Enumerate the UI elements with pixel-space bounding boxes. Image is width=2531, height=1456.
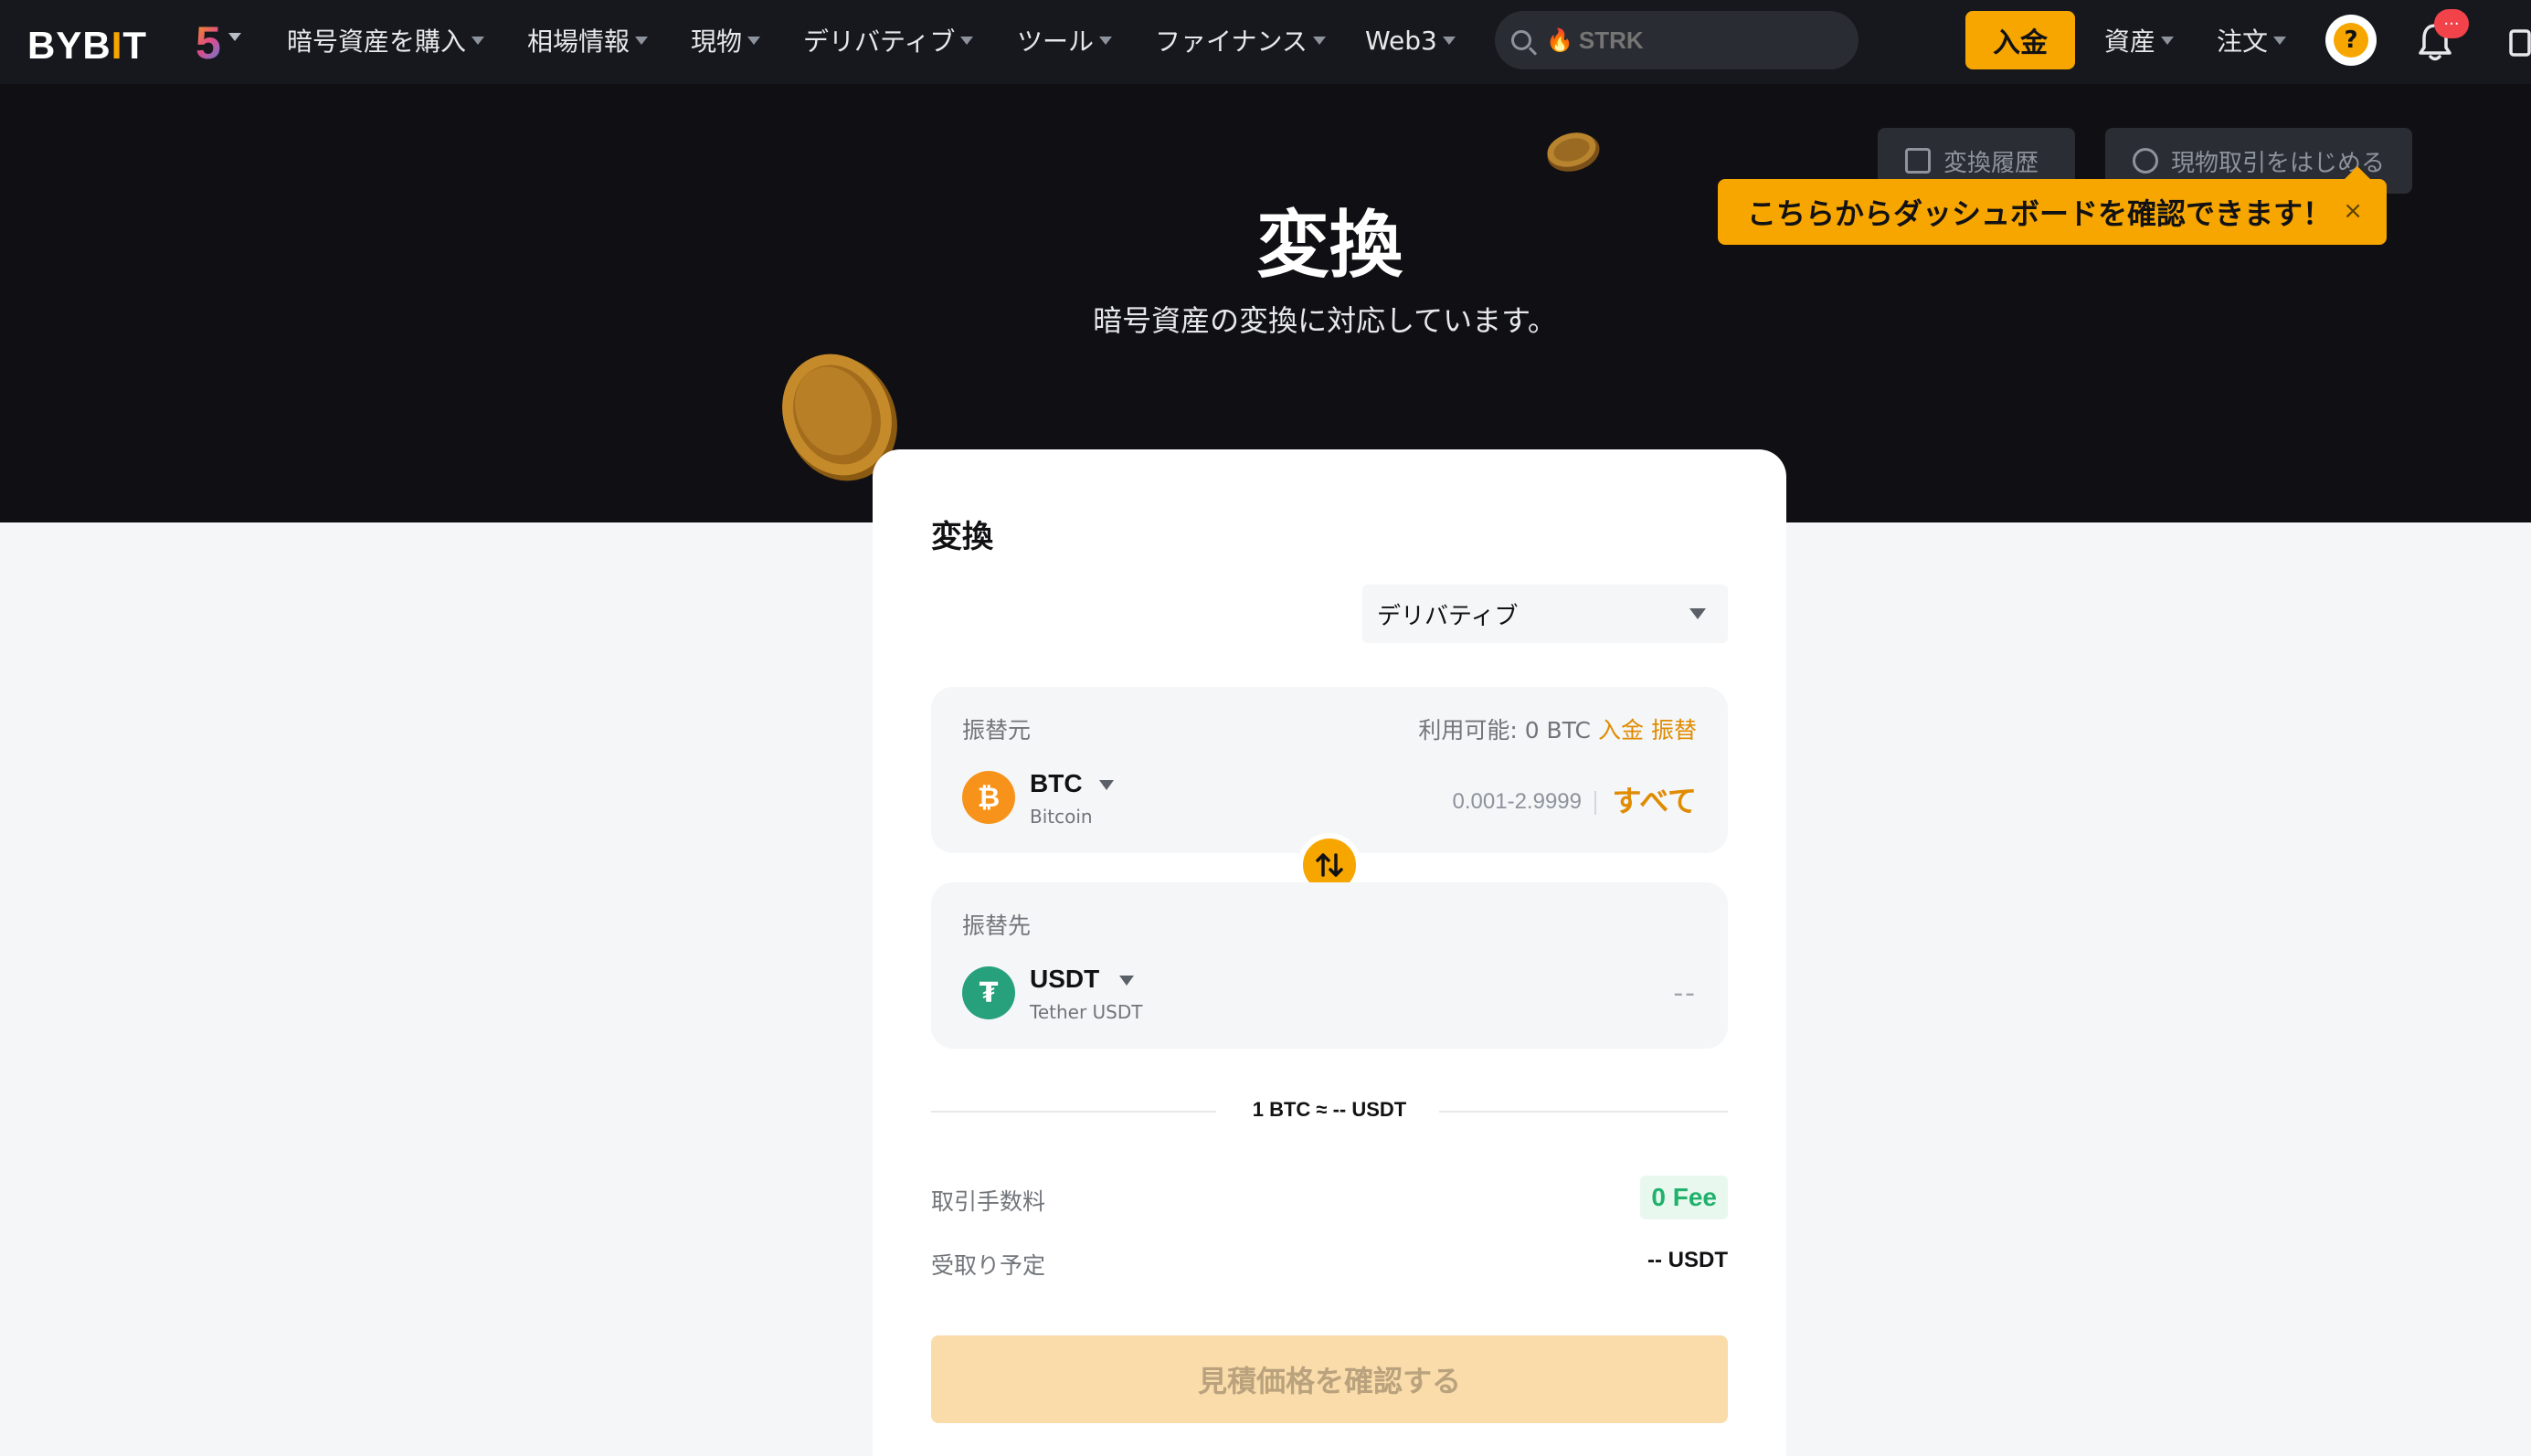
chevron-down-icon <box>1312 36 1326 45</box>
chevron-down-icon <box>1442 36 1456 45</box>
nav-derivatives[interactable]: デリバティブ <box>803 22 974 58</box>
history-icon <box>1905 148 1931 174</box>
dashboard-tooltip: こちらからダッシュボードを確認できます！ × <box>1718 166 2387 245</box>
get-quote-button[interactable]: 見積価格を確認する <box>931 1335 1728 1423</box>
divider <box>1594 791 1596 815</box>
nav-buy-crypto[interactable]: 暗号資産を購入 <box>287 22 485 58</box>
deposit-link[interactable]: 入金 <box>1598 717 1644 744</box>
chevron-down-icon[interactable] <box>1099 780 1114 790</box>
bitcoin-icon[interactable]: ₿ <box>962 771 1015 824</box>
nav-orders[interactable]: 注文 <box>2217 22 2287 58</box>
fee-badge: 0 Fee <box>1640 1176 1728 1219</box>
logo-text: BYB <box>27 24 111 67</box>
chevron-down-icon <box>747 36 761 45</box>
nav-finance[interactable]: ファイナンス <box>1155 22 1326 58</box>
from-label: 振替元 <box>962 717 1032 744</box>
from-panel: 振替元 利用可能: 0 BTC 入金 振替 ₿ BTC Bitcoin 0.001-… <box>931 687 1728 853</box>
nav-assets[interactable]: 資産 <box>2104 22 2175 58</box>
swap-arrows-icon <box>1316 853 1343 877</box>
receive-label: 受取り予定 <box>931 1252 1046 1279</box>
nav-markets[interactable]: 相場情報 <box>527 22 649 58</box>
page-subtitle: 暗号資産の変換に対応しています。 <box>1093 303 1557 338</box>
nav-label: デリバティブ <box>803 26 956 57</box>
search-input[interactable] <box>1578 26 1853 55</box>
from-coin-symbol[interactable]: BTC <box>1030 769 1083 798</box>
chevron-down-icon <box>2273 36 2287 45</box>
tooltip-text: こちらからダッシュボードを確認できます！ <box>1747 196 2333 231</box>
nav-label: 相場情報 <box>527 26 630 57</box>
account-type-value: デリバティブ <box>1377 602 1519 630</box>
fire-icon: 🔥 <box>1546 27 1573 53</box>
question-icon: ? <box>2334 23 2368 58</box>
account-type-select[interactable]: デリバティブ <box>1362 585 1728 643</box>
nav-label: ツール <box>1017 26 1095 57</box>
nav-label: 暗号資産を購入 <box>287 26 467 57</box>
notification-badge: ··· <box>2434 9 2469 38</box>
nav-label: Web3 <box>1365 25 1437 56</box>
transfer-link[interactable]: 振替 <box>1651 717 1697 744</box>
chevron-down-icon[interactable] <box>1119 976 1134 986</box>
to-panel: 振替先 ₮ USDT Tether USDT -- <box>931 882 1728 1049</box>
nav-label: 注文 <box>2217 26 2269 57</box>
available-text: 利用可能: 0 BTC <box>1418 717 1591 744</box>
exchange-rate: 1 BTC ≈ -- USDT <box>1252 1098 1407 1121</box>
button-label: 変換履歴 <box>1943 149 2039 177</box>
nav-label: ファイナンス <box>1155 26 1308 57</box>
nav-label: 現物 <box>691 26 743 57</box>
search-icon <box>1511 30 1531 50</box>
logo-bang: I <box>111 24 123 67</box>
search-box[interactable]: 🔥 <box>1495 11 1859 69</box>
chevron-down-icon <box>1099 36 1113 45</box>
bybit-logo[interactable]: BYBIT <box>27 24 147 68</box>
nav-tools[interactable]: ツール <box>1017 22 1113 58</box>
tether-icon[interactable]: ₮ <box>962 966 1015 1019</box>
anniversary-icon[interactable]: 5 <box>196 16 221 69</box>
receive-value: -- USDT <box>1647 1248 1728 1272</box>
to-amount: -- <box>1673 977 1697 1009</box>
coin-illustration <box>1547 132 1600 172</box>
to-coin-symbol[interactable]: USDT <box>1030 965 1099 994</box>
fee-label: 取引手数料 <box>931 1188 1046 1215</box>
nav-label: 資産 <box>2104 26 2156 57</box>
clock-icon <box>2133 148 2158 174</box>
chevron-down-icon <box>635 36 649 45</box>
nav-spot[interactable]: 現物 <box>691 22 761 58</box>
chevron-down-icon <box>1689 608 1706 619</box>
card-title: 変換 <box>931 519 993 555</box>
download-icon[interactable] <box>2507 22 2531 62</box>
chevron-down-icon <box>960 36 974 45</box>
amount-range[interactable]: 0.001-2.9999 <box>1453 789 1582 815</box>
deposit-button[interactable]: 入金 <box>1965 11 2075 69</box>
to-label: 振替先 <box>962 913 1032 939</box>
top-navigation: BYBIT 5 暗号資産を購入 相場情報 現物 デリバティブ ツール ファイナン… <box>0 0 2531 84</box>
available-balance: 利用可能: 0 BTC 入金 振替 <box>1418 712 1697 745</box>
chevron-down-icon <box>2161 36 2175 45</box>
converter-card: 変換 デリバティブ 振替元 利用可能: 0 BTC 入金 振替 ₿ BTC Bitc… <box>873 449 1786 1456</box>
chevron-down-icon <box>471 36 485 45</box>
from-coin-name: Bitcoin <box>1030 806 1093 828</box>
to-coin-name: Tether USDT <box>1030 1001 1143 1023</box>
max-all-button[interactable]: すべて <box>1613 778 1697 820</box>
nav-web3[interactable]: Web3 <box>1365 22 1456 58</box>
logo-text-end: T <box>122 24 148 67</box>
chevron-down-icon <box>228 33 241 41</box>
close-icon[interactable]: × <box>2343 197 2363 225</box>
avatar[interactable]: ? <box>2325 15 2377 66</box>
